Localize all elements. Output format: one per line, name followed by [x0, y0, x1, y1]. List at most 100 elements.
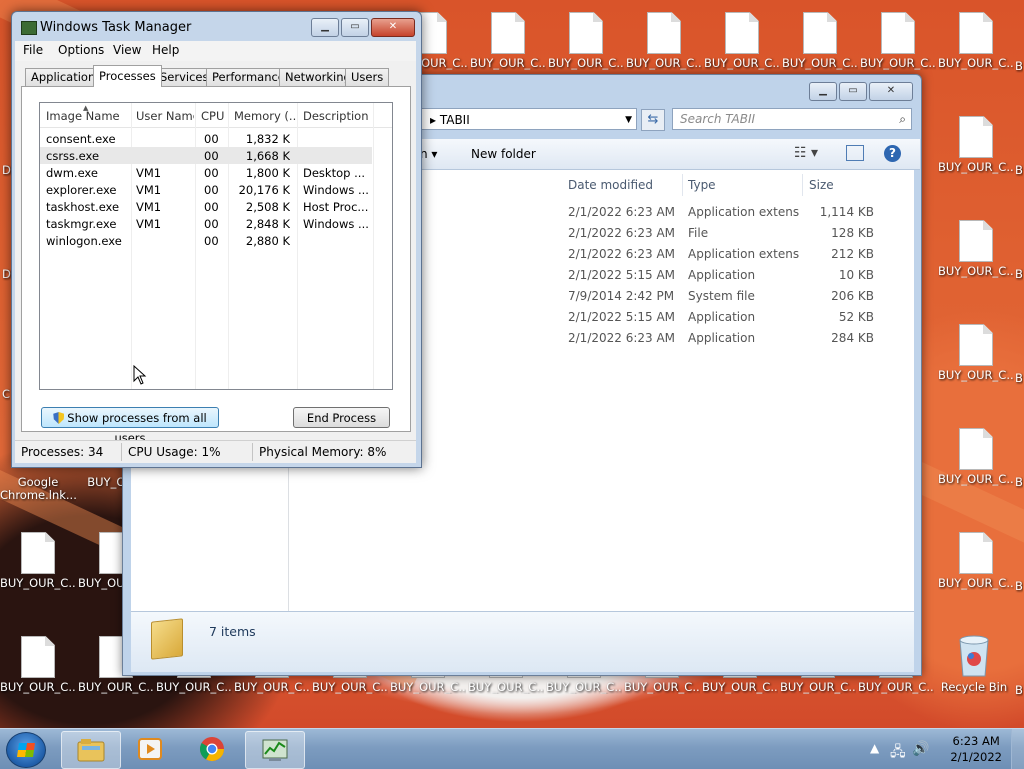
end-process-button[interactable]: End Process: [293, 407, 390, 428]
document-icon: [959, 220, 993, 262]
change-view-icon[interactable]: ☷ ▾: [794, 145, 818, 161]
chevron-down-icon[interactable]: ▼: [625, 109, 632, 131]
process-row[interactable]: taskhost.exe VM1 00 2,508 K Host Proc...: [40, 198, 372, 215]
process-row[interactable]: taskmgr.exe VM1 00 2,848 K Windows ...: [40, 215, 372, 232]
new-folder-button[interactable]: New folder: [471, 147, 536, 161]
status-process-count: Processes: 34: [21, 445, 104, 459]
desktop-icon-partial[interactable]: D: [2, 163, 11, 177]
taskbar-chrome[interactable]: [183, 731, 241, 767]
volume-icon[interactable]: 🔊: [912, 741, 929, 757]
document-icon: [21, 532, 55, 574]
desktop-icon-partial[interactable]: D: [2, 267, 11, 281]
show-all-processes-button[interactable]: Show processes from all users: [41, 407, 219, 445]
organize-menu-partial[interactable]: n ▾: [420, 147, 437, 161]
menu-view[interactable]: View: [113, 43, 141, 57]
menu-help[interactable]: Help: [152, 43, 179, 57]
clock-date: 2/1/2022: [950, 750, 1002, 764]
close-button[interactable]: ✕: [371, 18, 415, 37]
show-hidden-icons[interactable]: ▲: [870, 741, 879, 755]
desktop-icon-file[interactable]: BUY_OUR_C...: [0, 636, 76, 694]
explorer-caption-buttons: ▁ ▭ ✕: [809, 82, 913, 101]
desktop-icon-file[interactable]: BUY_OUR_C...: [938, 324, 1014, 382]
process-row[interactable]: explorer.exe VM1 00 20,176 K Windows ...: [40, 181, 372, 198]
desktop-icon-partial[interactable]: B: [1015, 163, 1023, 177]
process-row[interactable]: csrss.exe 00 1,668 K: [40, 147, 372, 164]
column-size[interactable]: Size: [809, 178, 834, 192]
item-count: 7 items: [209, 624, 256, 639]
details-pane: 7 items: [131, 611, 914, 672]
desktop-icon-file[interactable]: BUY_OUR_C...: [938, 532, 1014, 590]
caption-buttons: ▁ ▭ ✕: [311, 18, 415, 37]
desktop-icon-partial[interactable]: B: [1015, 683, 1023, 697]
desktop-icon-file[interactable]: BUY_OUR_C...: [548, 12, 624, 70]
desktop-icon-file[interactable]: BUY_OUR_C...: [704, 12, 780, 70]
process-row[interactable]: consent.exe 00 1,832 K: [40, 130, 372, 147]
minimize-button[interactable]: ▁: [809, 82, 837, 101]
desktop-icon-file[interactable]: BUY_OUR_C...: [860, 12, 936, 70]
desktop-icon-partial[interactable]: B: [1015, 371, 1023, 385]
process-row[interactable]: winlogon.exe 00 2,880 K: [40, 232, 372, 249]
system-clock[interactable]: 6:23 AM 2/1/2022: [950, 733, 1002, 765]
process-row[interactable]: dwm.exe VM1 00 1,800 K Desktop ...: [40, 164, 372, 181]
start-button[interactable]: [6, 732, 46, 768]
menu-file[interactable]: File: [23, 43, 43, 57]
column-type[interactable]: Type: [688, 178, 716, 192]
minimize-button[interactable]: ▁: [311, 18, 339, 37]
desktop-icon-file[interactable]: BUY_OUR_C...: [470, 12, 546, 70]
search-icon: ⌕: [899, 112, 906, 126]
address-bar[interactable]: ▸ TABII ▼: [419, 108, 637, 130]
task-manager-body: Applications Processes Services Performa…: [15, 61, 416, 447]
desktop-icon-partial[interactable]: B: [1015, 475, 1023, 489]
desktop-icon-file[interactable]: BUY_OUR_C...: [938, 116, 1014, 174]
desktop-icon-partial[interactable]: B: [1015, 267, 1023, 281]
menu-bar: File Options View Help: [15, 41, 416, 61]
desktop-icon-file[interactable]: BUY_OUR_C...: [938, 428, 1014, 486]
column-user-name[interactable]: User Name: [136, 109, 194, 123]
document-icon: [959, 12, 993, 54]
column-image-name[interactable]: Image Name: [46, 109, 130, 123]
network-icon[interactable]: 🖧: [890, 741, 906, 765]
desktop-icon-file[interactable]: BUY_OUR_C...: [626, 12, 702, 70]
desktop-icon-recycle-bin[interactable]: Recycle Bin: [936, 632, 1012, 694]
taskbar-task-manager[interactable]: [245, 731, 305, 769]
tab-processes[interactable]: Processes: [93, 65, 162, 87]
column-date-modified[interactable]: Date modified: [568, 178, 653, 192]
desktop-icon-chrome-shortcut[interactable]: Google Chrome.lnk...: [0, 476, 76, 502]
show-desktop-button[interactable]: [1011, 729, 1024, 769]
document-icon: [725, 12, 759, 54]
task-manager-icon: [21, 21, 37, 35]
taskbar-explorer[interactable]: [61, 731, 121, 769]
status-cpu-usage: CPU Usage: 1%: [128, 445, 221, 459]
mouse-cursor-icon: [133, 365, 147, 385]
desktop-icon-file[interactable]: BUY_OUR_C...: [0, 532, 76, 590]
maximize-button[interactable]: ▭: [341, 18, 369, 37]
maximize-button[interactable]: ▭: [839, 82, 867, 101]
status-bar: Processes: 34 CPU Usage: 1% Physical Mem…: [15, 440, 416, 463]
close-button[interactable]: ✕: [869, 82, 913, 101]
column-memory[interactable]: Memory (...: [234, 109, 296, 123]
desktop-icon-file[interactable]: BUY_OUR_C...: [938, 12, 1014, 70]
window-title: Windows Task Manager: [40, 20, 192, 35]
taskbar-media-player[interactable]: [121, 731, 179, 767]
desktop-icon-partial[interactable]: B: [1015, 579, 1023, 593]
search-input[interactable]: Search TABII ⌕: [672, 108, 912, 130]
desktop-icon-partial[interactable]: C: [2, 387, 10, 401]
desktop-icon-partial[interactable]: B: [1015, 59, 1023, 73]
column-description[interactable]: Description: [303, 109, 373, 123]
breadcrumb-arrow-icon: ▸: [430, 113, 440, 127]
help-icon[interactable]: ?: [884, 145, 901, 162]
task-manager-window: Windows Task Manager ▁ ▭ ✕ File Options …: [11, 11, 422, 468]
menu-options[interactable]: Options: [58, 43, 104, 57]
document-icon: [21, 636, 55, 678]
document-icon: [959, 532, 993, 574]
desktop-icon-file[interactable]: BUY_OUR_C...: [938, 220, 1014, 278]
document-icon: [647, 12, 681, 54]
column-cpu[interactable]: CPU: [201, 109, 229, 123]
process-list-header: ▲ Image Name User Name CPU Memory (... D…: [40, 103, 392, 128]
preview-pane-icon[interactable]: [846, 145, 864, 161]
tab-users[interactable]: Users: [345, 68, 390, 86]
document-icon: [803, 12, 837, 54]
refresh-button[interactable]: ⇆: [641, 109, 665, 131]
desktop-icon-file[interactable]: BUY_OUR_C...: [782, 12, 858, 70]
windows-logo-icon: [17, 743, 35, 757]
